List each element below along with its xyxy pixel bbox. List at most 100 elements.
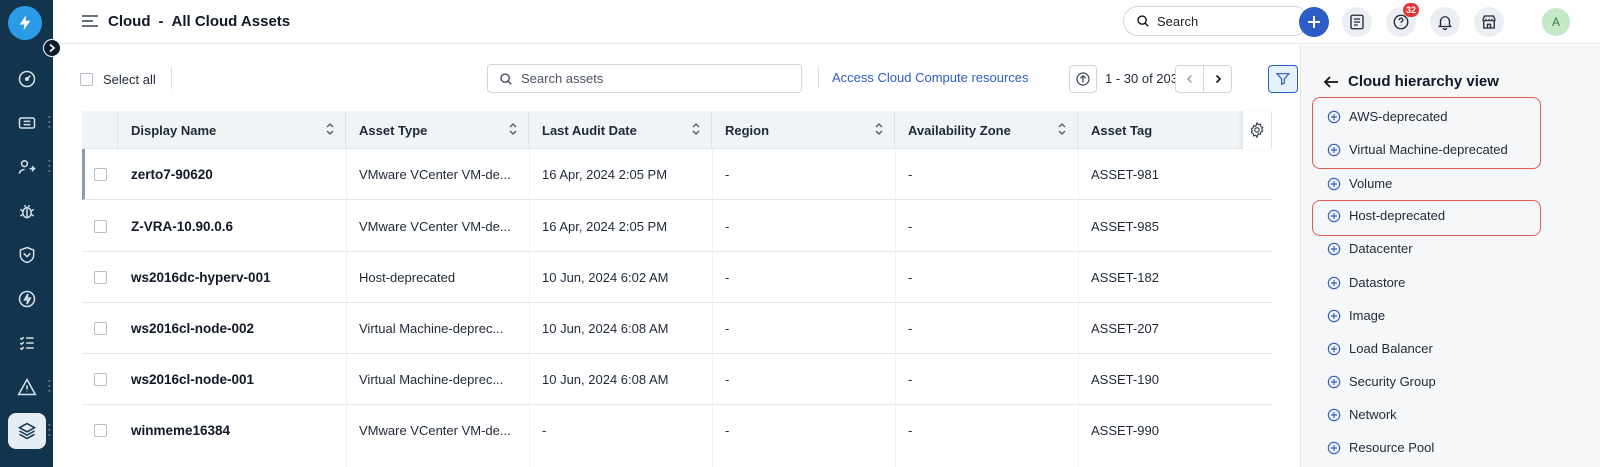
row-checkbox[interactable] <box>94 373 107 386</box>
nav-tickets[interactable]: · · · <box>0 105 53 141</box>
expand-sidebar-chevron-icon[interactable] <box>43 39 61 57</box>
select-all[interactable]: Select all <box>80 72 156 87</box>
next-page-button[interactable] <box>1203 65 1232 93</box>
table-row[interactable]: ws2016cl-node-001 Virtual Machine-deprec… <box>82 354 1272 405</box>
filter-button[interactable] <box>1268 65 1298 93</box>
plus-circle-icon[interactable] <box>1327 177 1341 191</box>
row-checkbox[interactable] <box>94 271 107 284</box>
table-row[interactable]: ws2016dc-hyperv-001 Host-deprecated 10 J… <box>82 252 1272 303</box>
plus-circle-icon[interactable] <box>1327 441 1341 455</box>
column-asset-type[interactable]: Asset Type <box>346 111 529 149</box>
column-display-name[interactable]: Display Name <box>118 111 346 149</box>
column-divider <box>529 149 530 467</box>
hierarchy-item-host-deprecated[interactable]: Host-deprecated <box>1327 208 1445 223</box>
plus-circle-icon[interactable] <box>1327 309 1341 323</box>
more-dots-icon[interactable]: · · · <box>47 156 51 177</box>
create-new-button[interactable] <box>1299 7 1329 37</box>
hamburger-menu-icon[interactable] <box>81 13 99 32</box>
hierarchy-item-resource-pool[interactable]: Resource Pool <box>1327 440 1434 455</box>
hierarchy-item-datastore[interactable]: Datastore <box>1327 275 1405 290</box>
breadcrumb-parent[interactable]: Cloud <box>108 13 151 30</box>
nav-tasks[interactable] <box>0 325 53 361</box>
cell-region: - <box>725 219 730 234</box>
asset-search-input[interactable] <box>521 71 791 86</box>
plus-circle-icon[interactable] <box>1327 342 1341 356</box>
hierarchy-item-network[interactable]: Network <box>1327 407 1397 422</box>
column-region[interactable]: Region <box>712 111 895 149</box>
cell-last-audit-date: 10 Jun, 2024 6:08 AM <box>542 372 669 387</box>
hierarchy-item-image[interactable]: Image <box>1327 308 1385 323</box>
hierarchy-item-aws-deprecated[interactable]: AWS-deprecated <box>1327 109 1448 124</box>
table-row[interactable]: zerto7-90620 VMware VCenter VM-de... 16 … <box>82 149 1272 200</box>
nav-changes[interactable] <box>0 237 53 273</box>
row-checkbox[interactable] <box>94 322 107 335</box>
sort-icon[interactable] <box>691 122 701 136</box>
column-asset-tag[interactable]: Asset Tag <box>1078 111 1242 149</box>
cell-last-audit-date: 10 Jun, 2024 6:08 AM <box>542 321 669 336</box>
filter-funnel-icon <box>1275 73 1291 86</box>
plus-circle-icon[interactable] <box>1327 276 1341 290</box>
nav-alerts[interactable]: · · · <box>0 369 53 405</box>
nav-assets[interactable]: · · · <box>0 413 53 449</box>
notifications-button[interactable] <box>1430 7 1460 37</box>
import-button[interactable] <box>1069 65 1097 93</box>
cell-display-name[interactable]: ws2016dc-hyperv-001 <box>131 252 341 303</box>
plus-circle-icon[interactable] <box>1327 143 1341 157</box>
previous-page-button[interactable] <box>1175 65 1204 93</box>
user-avatar[interactable]: A <box>1542 8 1570 36</box>
chevron-right-icon <box>1215 74 1221 84</box>
cell-display-name[interactable]: winmeme16384 <box>131 405 341 456</box>
cell-display-name[interactable]: zerto7-90620 <box>131 149 341 200</box>
row-checkbox[interactable] <box>94 424 107 437</box>
marketplace-button[interactable] <box>1474 7 1504 37</box>
column-divider <box>712 149 713 467</box>
table-row[interactable]: winmeme16384 VMware VCenter VM-de... - -… <box>82 405 1272 456</box>
sort-icon[interactable] <box>508 122 518 136</box>
plus-circle-icon[interactable] <box>1327 375 1341 389</box>
hierarchy-item-security-group[interactable]: Security Group <box>1327 374 1436 389</box>
access-cloud-compute-link[interactable]: Access Cloud Compute resources <box>832 70 1029 85</box>
app-logo-icon[interactable] <box>8 6 42 40</box>
asset-search[interactable] <box>487 64 802 93</box>
help-button[interactable]: 32 <box>1386 3 1420 37</box>
service-catalog-button[interactable] <box>1342 7 1372 37</box>
table-row[interactable]: ws2016cl-node-002 Virtual Machine-deprec… <box>82 303 1272 354</box>
row-checkbox[interactable] <box>94 220 107 233</box>
left-nav-rail: · · · · · · · · · · · · <box>0 0 61 467</box>
cell-asset-type: VMware VCenter VM-de... <box>359 219 511 234</box>
cell-asset-tag: ASSET-990 <box>1091 423 1159 438</box>
sort-icon[interactable] <box>325 122 335 136</box>
nav-releases[interactable] <box>0 281 53 317</box>
breadcrumb: Cloud - All Cloud Assets <box>108 13 290 30</box>
hierarchy-item-volume[interactable]: Volume <box>1327 176 1392 191</box>
cell-display-name[interactable]: Z-VRA-10.90.0.6 <box>131 201 341 252</box>
global-search[interactable] <box>1123 6 1309 36</box>
column-settings-button[interactable] <box>1242 111 1272 149</box>
more-dots-icon[interactable]: · · · <box>47 112 51 133</box>
cell-display-name[interactable]: ws2016cl-node-002 <box>131 303 341 354</box>
cell-asset-tag: ASSET-981 <box>1091 167 1159 182</box>
plus-circle-icon[interactable] <box>1327 110 1341 124</box>
plus-circle-icon[interactable] <box>1327 408 1341 422</box>
plus-circle-icon[interactable] <box>1327 242 1341 256</box>
column-last-audit-date[interactable]: Last Audit Date <box>529 111 712 149</box>
hierarchy-item-load-balancer[interactable]: Load Balancer <box>1327 341 1433 356</box>
nav-contacts[interactable]: · · · <box>0 149 53 185</box>
cell-display-name[interactable]: ws2016cl-node-001 <box>131 354 341 405</box>
more-dots-icon[interactable]: · · · <box>47 420 51 441</box>
back-arrow-icon[interactable] <box>1323 75 1339 89</box>
hierarchy-item-virtual-machine-deprecated[interactable]: Virtual Machine-deprecated <box>1327 142 1508 157</box>
nav-problems[interactable] <box>0 193 53 229</box>
sort-icon[interactable] <box>1057 122 1067 136</box>
more-dots-icon[interactable]: · · · <box>47 376 51 397</box>
hierarchy-item-datacenter[interactable]: Datacenter <box>1327 241 1413 256</box>
global-search-input[interactable] <box>1157 13 1297 29</box>
nav-dashboard[interactable] <box>0 61 53 97</box>
select-all-checkbox[interactable] <box>80 73 93 86</box>
sort-icon[interactable] <box>874 122 884 136</box>
column-availability-zone[interactable]: Availability Zone <box>895 111 1078 149</box>
cell-asset-type: VMware VCenter VM-de... <box>359 167 511 182</box>
plus-circle-icon[interactable] <box>1327 209 1341 223</box>
table-row[interactable]: Z-VRA-10.90.0.6 VMware VCenter VM-de... … <box>82 201 1272 252</box>
row-checkbox[interactable] <box>94 168 107 181</box>
